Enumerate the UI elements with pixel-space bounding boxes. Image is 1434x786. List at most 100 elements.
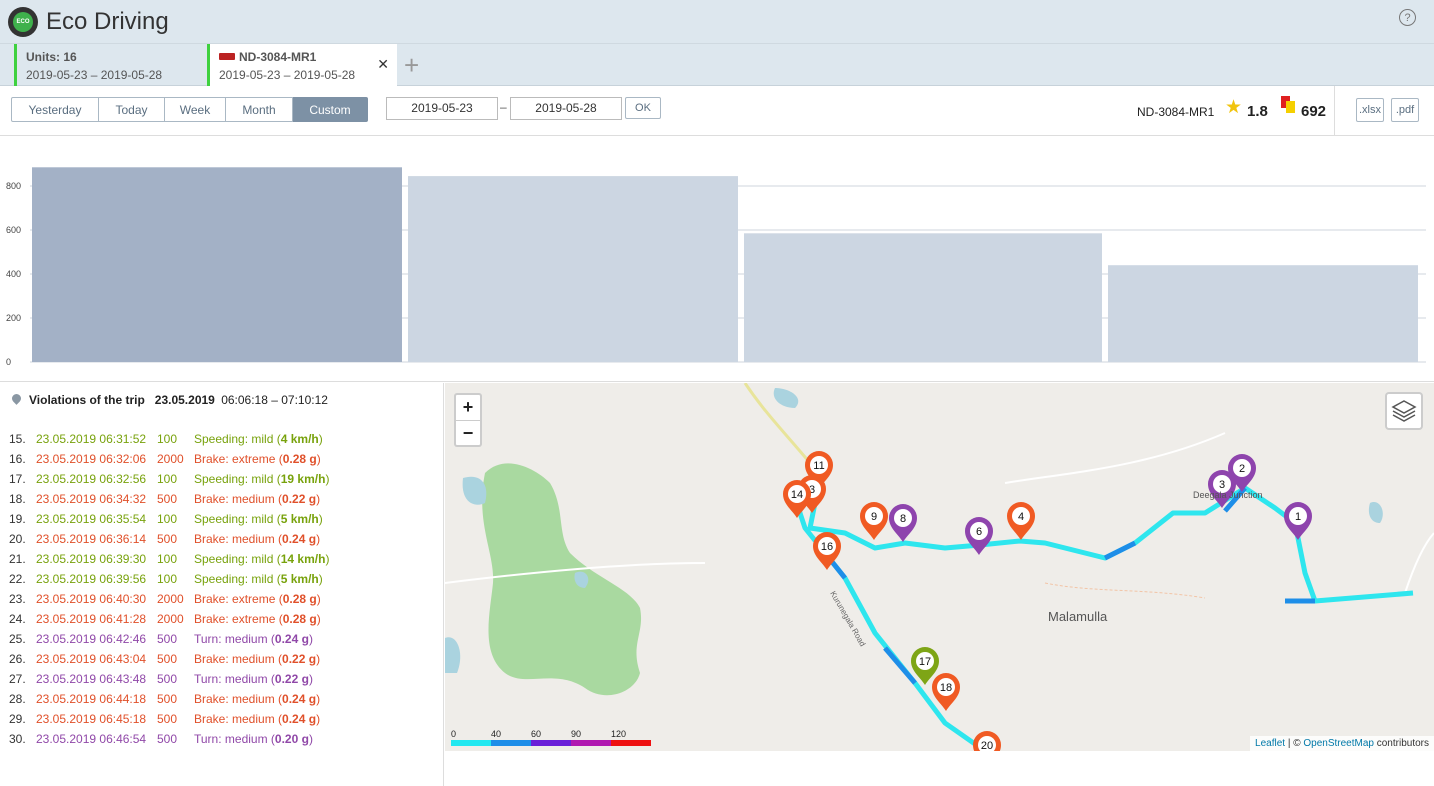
boundary xyxy=(1044,582,1206,599)
violation-type: Turn: medium xyxy=(194,732,268,746)
violation-amount: 5 km/h xyxy=(280,572,319,586)
speed-legend-bar xyxy=(451,740,651,746)
period-selector: Yesterday Today Week Month Custom xyxy=(11,97,368,122)
tab-unit[interactable]: ND-3084-MR1 2019-05-23 – 2019-05-28 ✕ xyxy=(207,44,397,86)
help-icon[interactable]: ? xyxy=(1399,9,1416,26)
violation-amount: 0.20 g xyxy=(274,732,309,746)
violation-type: Brake: medium xyxy=(194,692,275,706)
speed-legend-label: 40 xyxy=(491,729,502,739)
violation-amount: 0.24 g xyxy=(282,692,317,706)
attribution-rest: contributors xyxy=(1373,738,1429,749)
marker-label: 17 xyxy=(919,656,931,668)
tab-title: ND-3084-MR1 xyxy=(239,50,317,64)
violation-penalty: 100 xyxy=(157,432,178,446)
layers-icon[interactable] xyxy=(1385,392,1423,430)
violation-penalty: 2000 xyxy=(157,612,184,626)
violation-time: 23.05.2019 06:31:52 xyxy=(36,432,147,446)
row-number: 19. xyxy=(9,512,26,526)
violation-marker[interactable]: 6 xyxy=(965,517,993,555)
zoom-out-button[interactable]: − xyxy=(456,420,480,445)
marker-label: 18 xyxy=(940,682,952,694)
violation-time: 23.05.2019 06:32:56 xyxy=(36,472,147,486)
chart-bar[interactable] xyxy=(744,233,1102,362)
violation-marker[interactable]: 4 xyxy=(1007,502,1035,540)
violation-time: 23.05.2019 06:36:14 xyxy=(36,532,147,546)
violation-type: Speeding: mild xyxy=(194,552,274,566)
row-number: 16. xyxy=(9,452,26,466)
period-today-button[interactable]: Today xyxy=(99,97,165,122)
violation-penalty: 100 xyxy=(157,552,178,566)
leaflet-link[interactable]: Leaflet xyxy=(1255,738,1285,749)
penalty-chart: 0 200 400 600 800 xyxy=(0,137,1434,382)
period-month-button[interactable]: Month xyxy=(226,97,293,122)
violation-marker[interactable]: 14 xyxy=(783,480,811,518)
violation-time: 23.05.2019 06:43:48 xyxy=(36,672,147,686)
penalty-value: 692 xyxy=(1301,103,1327,120)
violation-marker[interactable]: 1 xyxy=(1284,502,1312,540)
toolbar: Yesterday Today Week Month Custom 2019-0… xyxy=(0,86,1434,136)
violation-time: 23.05.2019 06:40:30 xyxy=(36,592,147,606)
zoom-in-button[interactable]: + xyxy=(456,395,480,420)
row-number: 26. xyxy=(9,652,26,666)
osm-link[interactable]: OpenStreetMap xyxy=(1303,738,1374,749)
violation-type: Brake: extreme xyxy=(194,452,276,466)
date-from-input[interactable]: 2019-05-23 xyxy=(386,97,498,120)
export-xlsx-button[interactable]: .xlsx xyxy=(1356,98,1384,122)
road xyxy=(1004,432,1226,484)
add-tab-icon[interactable]: + xyxy=(404,52,419,78)
chart-bar[interactable] xyxy=(32,167,402,362)
violation-time: 23.05.2019 06:39:30 xyxy=(36,552,147,566)
violation-amount: 0.22 g xyxy=(282,492,317,506)
marker-label: 1 xyxy=(1295,511,1301,523)
violation-time: 23.05.2019 06:35:54 xyxy=(36,512,147,526)
penalty-cards-icon xyxy=(1281,96,1297,114)
violation-penalty: 500 xyxy=(157,532,178,546)
tab-range: 2019-05-23 – 2019-05-28 xyxy=(219,68,356,82)
y-tick-label: 200 xyxy=(6,313,21,323)
violation-amount: 0.24 g xyxy=(274,632,309,646)
speed-legend-swatch xyxy=(571,740,611,746)
violation-amount: 0.28 g xyxy=(282,592,317,606)
violation-time: 23.05.2019 06:43:04 xyxy=(36,652,147,666)
chart-bar[interactable] xyxy=(1108,265,1418,362)
violation-marker[interactable]: 8 xyxy=(889,504,917,542)
place-label-malamulla: Malamulla xyxy=(1048,609,1108,624)
trip-map[interactable]: Kurunegala Road 1 2 3 4 6 8 9 11 3 14 16 17 18 20 Mal… xyxy=(445,383,1434,751)
row-number: 28. xyxy=(9,692,26,706)
period-week-button[interactable]: Week xyxy=(165,97,226,122)
speed-legend-label: 90 xyxy=(571,729,582,739)
marker-label: 11 xyxy=(813,460,824,472)
violation-marker[interactable]: 18 xyxy=(932,673,960,711)
water-body xyxy=(773,388,799,408)
period-custom-button[interactable]: Custom xyxy=(293,97,368,122)
truck-icon xyxy=(219,53,235,60)
date-to-input[interactable]: 2019-05-28 xyxy=(510,97,622,120)
marker-label: 9 xyxy=(871,511,877,523)
violation-penalty: 500 xyxy=(157,732,178,746)
y-tick-label: 600 xyxy=(6,225,21,235)
title-bar: ECO Eco Driving ? xyxy=(0,0,1434,44)
violation-type: Brake: extreme xyxy=(194,592,276,606)
violation-time: 23.05.2019 06:46:54 xyxy=(36,732,147,746)
chart-bar[interactable] xyxy=(408,176,738,362)
violation-amount: 19 km/h xyxy=(280,472,326,486)
export-pdf-button[interactable]: .pdf xyxy=(1391,98,1419,122)
row-number: 15. xyxy=(9,432,26,446)
violation-marker[interactable]: 9 xyxy=(860,502,888,540)
violation-marker[interactable]: 20 xyxy=(973,731,1001,751)
map-canvas[interactable]: Kurunegala Road 12346891131416171820 xyxy=(445,383,1434,751)
row-number: 20. xyxy=(9,532,26,546)
violation-type: Brake: medium xyxy=(194,492,275,506)
map-attribution: Leaflet | © OpenStreetMap contributors xyxy=(1250,736,1434,751)
close-tab-icon[interactable]: ✕ xyxy=(377,56,389,73)
period-yesterday-button[interactable]: Yesterday xyxy=(11,97,99,122)
water-body xyxy=(445,637,461,673)
violation-penalty: 500 xyxy=(157,632,178,646)
violation-penalty: 500 xyxy=(157,672,178,686)
violation-penalty: 500 xyxy=(157,692,178,706)
tab-title: Units: 16 xyxy=(26,50,77,64)
place-label-deegala: Deegala Junction xyxy=(1193,490,1263,500)
road xyxy=(1404,532,1434,594)
tab-units[interactable]: Units: 16 2019-05-23 – 2019-05-28 xyxy=(14,44,207,86)
ok-button[interactable]: OK xyxy=(625,97,661,119)
